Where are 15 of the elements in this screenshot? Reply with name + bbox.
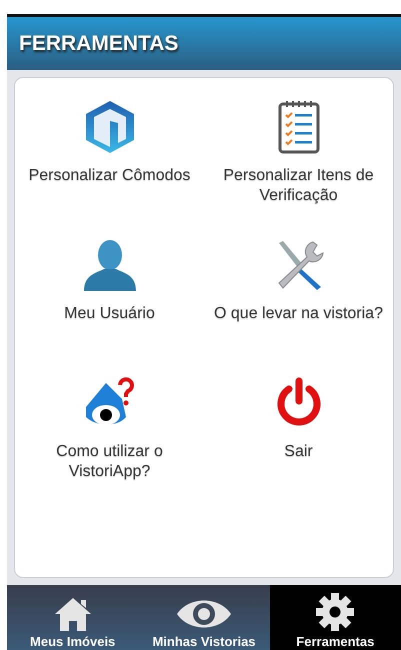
tool-button[interactable]: Como utilizar o VistoriApp? bbox=[15, 374, 204, 512]
tool-button[interactable]: O que levar na vistoria? bbox=[204, 236, 393, 374]
home-icon bbox=[52, 596, 93, 632]
tool-button[interactable]: Personalizar Cômodos bbox=[15, 98, 204, 236]
cube-icon bbox=[84, 99, 136, 155]
tool-button[interactable]: Meu Usuário bbox=[15, 236, 204, 374]
nav-tab[interactable]: Minhas Vistorias bbox=[138, 585, 270, 650]
screen-title: FERRAMENTAS bbox=[19, 32, 178, 56]
checklist-icon bbox=[276, 99, 320, 155]
tool-button[interactable]: Sair bbox=[204, 374, 393, 512]
gear-icon bbox=[315, 592, 356, 632]
nav-tab[interactable]: Ferramentas bbox=[270, 585, 401, 650]
tool-button[interactable]: Personalizar Itens de Verificação bbox=[204, 98, 393, 236]
user-silhouette-icon bbox=[82, 237, 138, 293]
nav-tab[interactable]: Meus Imóveis bbox=[7, 585, 138, 650]
